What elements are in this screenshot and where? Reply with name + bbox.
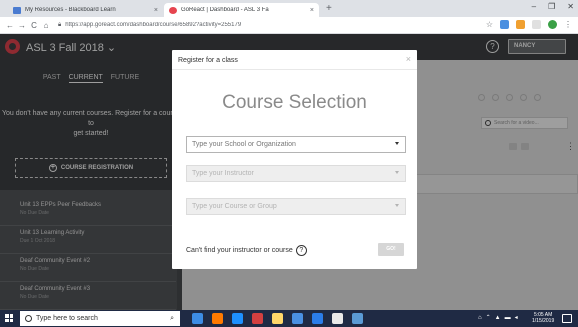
extension-icon[interactable]	[500, 20, 509, 29]
cant-find-help: Can't find your instructor or course ?	[186, 245, 307, 256]
forward-icon[interactable]: →	[16, 21, 28, 30]
taskbar-search-input[interactable]: Type here to search ⌕	[20, 311, 180, 326]
app-icon[interactable]	[352, 313, 363, 324]
tab-title: My Resources - Blackboard Learn	[25, 7, 116, 13]
app-icon[interactable]	[252, 313, 263, 324]
help-question-icon[interactable]: ?	[295, 245, 307, 256]
lock-icon: 🔒︎	[58, 21, 62, 28]
cortana-icon	[25, 315, 32, 322]
app-icon[interactable]	[312, 313, 323, 324]
extension-icon[interactable]	[516, 20, 525, 29]
network-icon[interactable]: ▲	[495, 315, 501, 321]
extension-icons: ☆ ⋮	[486, 20, 572, 29]
window-controls: – ❐ ✕	[532, 2, 574, 11]
extension-icon[interactable]	[532, 20, 541, 29]
field-placeholder: Type your Course or Group	[192, 203, 277, 210]
register-class-modal: Register for a class × Course Selection …	[172, 50, 417, 269]
chrome-icon[interactable]	[292, 313, 303, 324]
menu-icon[interactable]: ⋮	[564, 20, 572, 29]
window-close-icon[interactable]: ✕	[567, 2, 574, 11]
notification-center-icon[interactable]	[562, 314, 572, 323]
clock-date: 1/15/2019	[532, 318, 555, 324]
microphone-icon[interactable]: ⌕	[170, 315, 174, 323]
chevron-down-icon	[395, 204, 399, 207]
blackboard-favicon-icon	[13, 6, 21, 14]
windows-start-icon[interactable]	[5, 314, 13, 322]
url-text: https://app.goreact.com/dashboard/course…	[65, 22, 242, 28]
people-icon[interactable]: ⌂	[478, 315, 482, 321]
profile-icon[interactable]	[548, 20, 557, 29]
tab-close-icon[interactable]: ×	[310, 7, 314, 14]
bookmark-star-icon[interactable]: ☆	[486, 20, 493, 29]
back-icon[interactable]: ←	[4, 21, 16, 30]
new-tab-button[interactable]: +	[326, 3, 332, 14]
course-selection-heading: Course Selection	[222, 92, 367, 113]
chevron-down-icon	[395, 142, 399, 145]
battery-icon[interactable]: ▬	[505, 315, 511, 321]
minimize-icon[interactable]: –	[532, 2, 536, 11]
browser-tab-goreact[interactable]: GoReact | Dashboard - ASL 3 Fa ×	[164, 3, 319, 17]
reload-icon[interactable]: C	[28, 21, 40, 30]
go-button[interactable]: GO!	[378, 243, 404, 256]
windows-taskbar: Type here to search ⌕ ⌂ ⌃ ▲ ▬ ◂ 5:05 AM …	[0, 310, 578, 327]
modal-close-icon[interactable]: ×	[406, 54, 411, 64]
system-tray: ⌂ ⌃ ▲ ▬ ◂	[478, 314, 518, 322]
modal-title: Register for a class	[178, 57, 238, 64]
home-icon[interactable]: ⌂	[40, 21, 52, 30]
cant-find-text: Can't find your instructor or course	[186, 247, 293, 254]
edge-icon[interactable]	[232, 313, 243, 324]
volume-icon[interactable]: ◂	[515, 314, 518, 321]
course-group-select: Type your Course or Group	[186, 198, 406, 215]
tab-title: GoReact | Dashboard - ASL 3 Fa	[181, 7, 269, 13]
taskbar-apps	[192, 313, 363, 324]
field-placeholder: Type your School or Organization	[192, 141, 296, 148]
address-bar[interactable]: 🔒︎ https://app.goreact.com/dashboard/cou…	[58, 19, 458, 31]
school-organization-select[interactable]: Type your School or Organization	[186, 136, 406, 153]
modal-header: Register for a class ×	[172, 50, 417, 70]
goreact-favicon-icon	[169, 6, 177, 14]
browser-tab-bar: My Resources - Blackboard Learn × GoReac…	[0, 0, 578, 17]
taskbar-clock[interactable]: 5:05 AM 1/15/2019	[532, 312, 554, 324]
chevron-down-icon	[395, 171, 399, 174]
file-explorer-icon[interactable]	[272, 313, 283, 324]
field-placeholder: Type your Instructor	[192, 170, 254, 177]
chevron-up-icon[interactable]: ⌃	[486, 314, 491, 321]
maximize-icon[interactable]: ❐	[548, 2, 555, 11]
taskbar-search-placeholder: Type here to search	[36, 315, 98, 322]
app-icon[interactable]	[332, 313, 343, 324]
browser-tab-blackboard[interactable]: My Resources - Blackboard Learn ×	[8, 3, 163, 17]
app-icon[interactable]	[212, 313, 223, 324]
instructor-select: Type your Instructor	[186, 165, 406, 182]
task-view-icon[interactable]	[192, 313, 203, 324]
tab-close-icon[interactable]: ×	[154, 7, 158, 14]
